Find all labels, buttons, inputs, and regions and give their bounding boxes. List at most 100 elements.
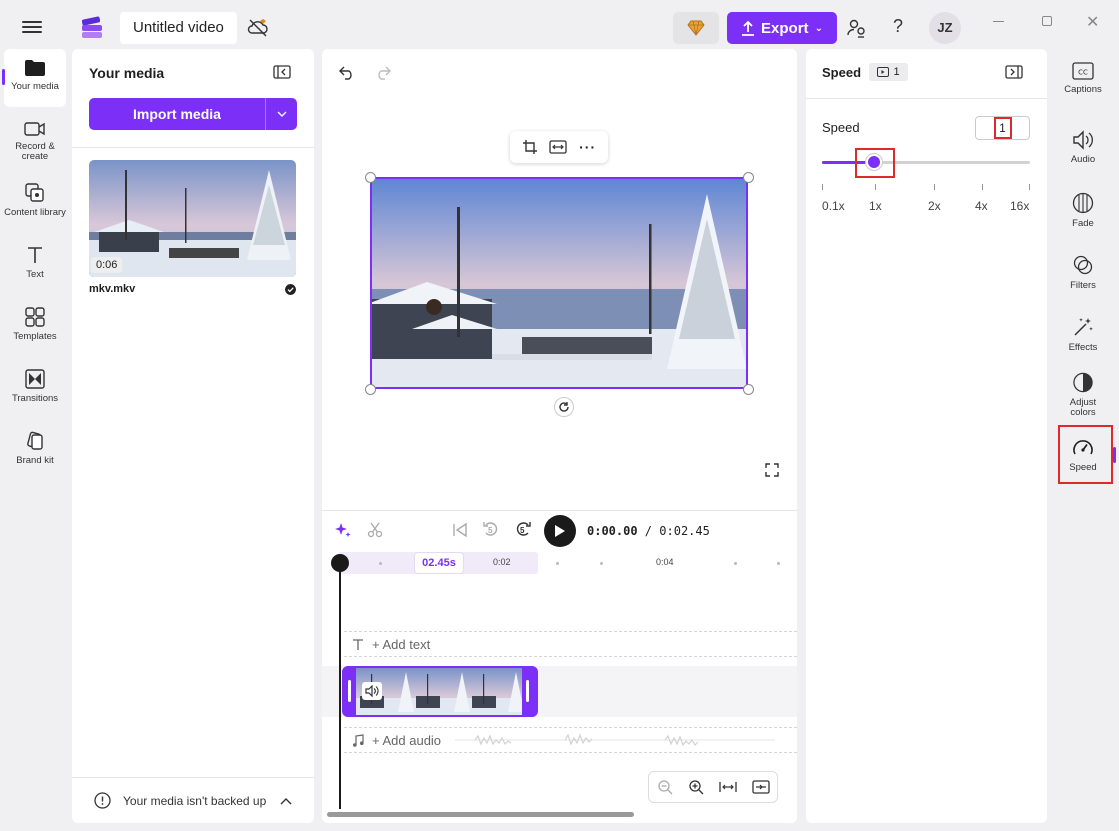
redo-icon[interactable] — [375, 66, 391, 80]
media-filename: mkv.mkv — [89, 283, 136, 295]
avatar[interactable]: JZ — [929, 12, 961, 44]
timeline-zoom-controls — [648, 771, 778, 803]
clip-trim-handle-left[interactable] — [348, 680, 351, 702]
video-clip[interactable] — [342, 666, 538, 717]
rail-item-transitions[interactable]: Transitions — [4, 359, 66, 417]
playhead-handle[interactable] — [331, 554, 349, 572]
slider-tick-label: 2x — [928, 199, 941, 213]
zoom-in-icon[interactable] — [688, 779, 704, 795]
menu-icon[interactable] — [22, 18, 42, 36]
fullscreen-icon[interactable] — [765, 463, 779, 477]
more-options-icon[interactable]: ··· — [579, 139, 596, 155]
resize-handle[interactable] — [743, 172, 754, 183]
ai-sparkle-icon[interactable] — [335, 522, 351, 538]
rail-item-captions[interactable]: CC Captions — [1057, 50, 1109, 108]
rail-label: Text — [26, 269, 44, 280]
rail-item-content-library[interactable]: Content library — [4, 173, 66, 231]
rail-label: Record & create — [15, 141, 55, 162]
total-time: 0:02.45 — [659, 524, 710, 538]
audio-track[interactable]: + Add audio — [344, 727, 797, 753]
speed-label: Speed — [822, 120, 860, 135]
rail-item-record-create[interactable]: Record & create — [4, 111, 66, 169]
preview-floating-toolbar: ··· — [510, 131, 608, 163]
rewind-5-button[interactable]: 5 — [482, 519, 500, 542]
text-icon — [353, 638, 363, 650]
rail-label: Audio — [1070, 154, 1096, 165]
help-icon[interactable]: ? — [888, 16, 908, 37]
filters-icon — [1073, 255, 1093, 275]
undo-icon[interactable] — [339, 66, 355, 80]
speed-panel-title: Speed — [822, 65, 862, 80]
title-bar: Untitled video Export ⌄ ? JZ ✕ — [0, 0, 1119, 56]
video-clip-icon — [877, 67, 890, 77]
resize-handle[interactable] — [365, 172, 376, 183]
timeline-horizontal-scrollbar[interactable] — [327, 812, 634, 817]
rail-item-your-media[interactable]: Your media — [2, 49, 66, 107]
play-button[interactable] — [544, 515, 576, 547]
skip-to-start-icon[interactable] — [452, 522, 468, 538]
resize-handle[interactable] — [365, 384, 376, 395]
winter-scene-image — [372, 179, 746, 387]
import-dropdown-button[interactable] — [265, 98, 297, 130]
close-icon[interactable]: ✕ — [1086, 12, 1099, 32]
forward-5-button[interactable]: 5 — [514, 519, 532, 542]
rail-item-effects[interactable]: Effects — [1057, 304, 1109, 362]
forward-seconds: 5 — [520, 526, 525, 535]
premium-button[interactable] — [673, 12, 719, 44]
backup-notice[interactable]: Your media isn't backed up — [94, 792, 292, 809]
text-icon — [28, 247, 42, 263]
rail-item-adjust-colors[interactable]: Adjust colors — [1057, 360, 1109, 418]
selected-clips-badge: 1 — [869, 63, 908, 81]
split-scissors-icon[interactable] — [367, 522, 383, 538]
share-people-icon[interactable] — [846, 17, 868, 39]
audio-icon — [1073, 130, 1093, 150]
folder-icon — [25, 60, 45, 76]
rail-item-templates[interactable]: Templates — [4, 297, 66, 355]
fit-icon[interactable] — [549, 140, 568, 154]
clip-trim-handle-right[interactable] — [526, 680, 529, 702]
collapse-panel-icon[interactable] — [273, 65, 291, 79]
video-preview[interactable] — [370, 177, 748, 389]
export-button[interactable]: Export ⌄ — [727, 12, 837, 44]
rotate-icon — [559, 402, 569, 412]
rail-item-audio[interactable]: Audio — [1057, 118, 1109, 176]
slider-tick-label: 16x — [1010, 199, 1030, 213]
rail-item-fade[interactable]: Fade — [1057, 180, 1109, 238]
maximize-icon[interactable] — [1042, 16, 1052, 26]
project-title[interactable]: Untitled video — [120, 12, 237, 44]
slider-tick-label: 0.1x — [822, 199, 845, 213]
rail-label: Captions — [1064, 84, 1102, 95]
text-track[interactable]: + Add text — [344, 631, 797, 657]
ruler-tick — [600, 562, 603, 565]
ruler-tick — [379, 562, 382, 565]
rail-item-text[interactable]: Text — [4, 235, 66, 293]
ruler-tick — [734, 562, 737, 565]
resize-handle[interactable] — [743, 384, 754, 395]
selected-clips-count: 1 — [893, 66, 900, 78]
slider-tick — [822, 184, 823, 190]
captions-icon: CC — [1072, 62, 1094, 80]
rail-item-brand-kit[interactable]: Brand kit — [4, 421, 66, 479]
templates-icon — [25, 307, 45, 327]
rotate-handle[interactable] — [554, 397, 574, 417]
cloud-off-icon[interactable] — [246, 16, 270, 40]
info-icon — [94, 792, 111, 809]
rail-item-filters[interactable]: Filters — [1057, 242, 1109, 300]
zoom-out-icon[interactable] — [657, 779, 673, 795]
play-icon — [555, 525, 565, 537]
playback-controls: 5 5 0:00.00 / 0:02.45 — [322, 514, 797, 550]
clip-volume-button[interactable] — [362, 682, 382, 700]
close-panel-icon[interactable] — [1005, 65, 1023, 79]
divider — [322, 510, 797, 511]
slider-tick — [934, 184, 935, 190]
timeline-ruler[interactable]: 02.45s 0:02 0:04 — [322, 551, 797, 575]
ruler-tick — [556, 562, 559, 565]
fit-timeline-icon[interactable] — [718, 780, 737, 794]
import-media-button[interactable]: Import media — [89, 98, 265, 130]
crop-icon[interactable] — [522, 139, 538, 155]
minimize-icon[interactable] — [993, 21, 1004, 22]
timeline-view-icon[interactable] — [751, 780, 770, 794]
highlight-box — [994, 117, 1012, 139]
brand-kit-icon — [27, 431, 43, 450]
current-time: 0:00.00 — [587, 524, 638, 538]
